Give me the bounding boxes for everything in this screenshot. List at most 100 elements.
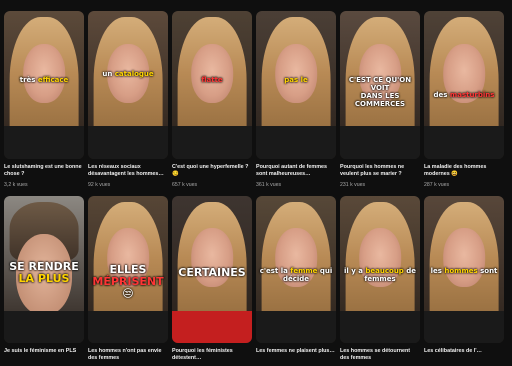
view-count: 287 k vues (424, 182, 450, 188)
short-card[interactable]: C'EST CE QU'ON VOIT DANS LES COMMERCES Po… (340, 11, 420, 188)
short-card[interactable]: il y a beaucoup de femmes Les hommes se d… (340, 196, 420, 366)
short-meta: Les hommes n'ont pas envie des femmes (88, 343, 168, 362)
caption-overlay: très efficace (4, 76, 84, 84)
short-meta: Les réseaux sociaux désavantagent les ho… (88, 159, 168, 188)
caption-highlight: masturbins (449, 90, 495, 99)
short-title[interactable]: Pourquoi les hommes ne veulent plus se m… (340, 164, 420, 178)
short-title[interactable]: Les femmes ne plaisent plus… (256, 348, 336, 362)
short-title[interactable]: Les hommes se détournent des femmes (340, 348, 420, 362)
caption-overlay: flatte (172, 76, 252, 84)
short-thumbnail[interactable]: les hommes sont (424, 196, 504, 343)
caption-highlight: LA PLUS (18, 271, 70, 285)
short-meta: Je suis le féminisme en PLS (4, 343, 84, 362)
clothing-shape (256, 310, 336, 343)
face-shape (275, 43, 317, 103)
view-count: 361 k vues (256, 182, 282, 188)
caption-highlight: femme (290, 266, 318, 275)
clothing-shape (88, 310, 168, 343)
short-card[interactable]: très efficace Le slutshaming est une bonn… (4, 11, 84, 188)
caption-overlay: SE RENDRE LA PLUS (4, 260, 84, 285)
caption-highlight: flatte (201, 76, 223, 85)
short-card[interactable]: des masturbins La maladie des hommes mode… (424, 11, 504, 188)
short-card[interactable]: flatte C'est quoi une hyperfemelle ? 😏 657… (172, 11, 252, 188)
short-card[interactable]: pas le Pourquoi autant de femmes sont mal… (256, 11, 336, 188)
caption-text: C'EST CE QU'ON VOIT DANS LES COMMERCES (348, 76, 412, 109)
caption-text: CERTAINES (178, 265, 246, 279)
caption-overlay: un catalogue (88, 70, 168, 78)
short-card[interactable]: CERTAINES Pourquoi les féministes déteste… (172, 196, 252, 366)
short-title[interactable]: Les célibataires de l'… (424, 348, 504, 362)
view-count: 3,2 k vues (4, 182, 28, 188)
short-thumbnail[interactable]: il y a beaucoup de femmes (340, 196, 420, 343)
caption-overlay: pas le (256, 76, 336, 84)
view-count: 92 k vues (88, 182, 111, 188)
caption-overlay: ELLES MÉPRISENT 😒 (88, 263, 168, 300)
short-thumbnail[interactable]: des masturbins (424, 11, 504, 159)
short-title[interactable]: C'est quoi une hyperfemelle ? 😏 (172, 164, 252, 178)
short-thumbnail[interactable]: SE RENDRE LA PLUS (4, 196, 84, 343)
short-thumbnail[interactable]: ELLES MÉPRISENT 😒 (88, 196, 168, 343)
short-meta: Les hommes se détournent des femmes (340, 343, 420, 362)
short-meta: Pourquoi les hommes ne veulent plus se m… (340, 159, 420, 188)
short-card[interactable]: SE RENDRE LA PLUS Je suis le féminisme en… (4, 196, 84, 366)
clothing-shape (172, 126, 252, 159)
short-title[interactable]: La maladie des hommes modernes 😆 (424, 164, 504, 178)
short-thumbnail[interactable]: flatte (172, 11, 252, 159)
view-count: 231 k vues (340, 182, 366, 188)
view-count: 657 k vues (172, 182, 198, 188)
caption-overlay: C'EST CE QU'ON VOIT DANS LES COMMERCES (340, 76, 420, 108)
face-shape (443, 228, 485, 288)
caption-text: il y a (343, 266, 366, 275)
short-meta: La maladie des hommes modernes 😆 287 k vu… (424, 159, 504, 188)
caption-text: c'est la (259, 266, 291, 275)
caption-highlight: catalogue (114, 70, 154, 79)
caption-overlay: les hommes sont (424, 267, 504, 275)
short-meta: C'est quoi une hyperfemelle ? 😏 657 k vue… (172, 159, 252, 188)
short-title[interactable]: Le slutshaming est une bonne chose ? (4, 164, 84, 178)
short-card[interactable]: les hommes sont Les célibataires de l'… (424, 196, 504, 366)
short-title[interactable]: Pourquoi autant de femmes sont malheureu… (256, 164, 336, 178)
clothing-shape (340, 310, 420, 343)
caption-text-end: 😒 (122, 286, 134, 300)
clothing-shape (172, 310, 252, 343)
caption-text-end: sont (477, 266, 498, 275)
clothing-shape (424, 126, 504, 159)
short-meta: Les célibataires de l'… (424, 343, 504, 362)
caption-highlight: pas le (284, 76, 308, 85)
short-thumbnail[interactable]: pas le (256, 11, 336, 159)
short-card[interactable]: un catalogue Les réseaux sociaux désavant… (88, 11, 168, 188)
short-thumbnail[interactable]: C'EST CE QU'ON VOIT DANS LES COMMERCES (340, 11, 420, 159)
caption-highlight: hommes (444, 266, 478, 275)
caption-text: les (430, 266, 445, 275)
caption-overlay: c'est la femme qui décide (256, 267, 336, 283)
caption-highlight: efficace (37, 76, 69, 85)
short-card[interactable]: c'est la femme qui décide Les femmes ne p… (256, 196, 336, 366)
short-title[interactable]: Pourquoi les féministes détestent… (172, 348, 252, 362)
short-thumbnail[interactable]: CERTAINES (172, 196, 252, 343)
short-thumbnail[interactable]: c'est la femme qui décide (256, 196, 336, 343)
caption-text: des (433, 90, 450, 99)
clothing-shape (88, 126, 168, 159)
face-shape (23, 43, 65, 103)
short-title[interactable]: Les hommes n'ont pas envie des femmes (88, 348, 168, 362)
shorts-grid: très efficace Le slutshaming est une bonn… (4, 11, 504, 366)
short-meta: Le slutshaming est une bonne chose ? 3,2 … (4, 159, 84, 188)
caption-overlay: il y a beaucoup de femmes (340, 267, 420, 283)
clothing-shape (424, 310, 504, 343)
clothing-shape (4, 310, 84, 343)
caption-highlight: beaucoup (365, 266, 404, 275)
caption-overlay: CERTAINES (172, 265, 252, 279)
short-meta: Pourquoi les féministes détestent… (172, 343, 252, 362)
short-card[interactable]: ELLES MÉPRISENT 😒 Les hommes n'ont pas en… (88, 196, 168, 366)
clothing-shape (256, 126, 336, 159)
short-title[interactable]: Je suis le féminisme en PLS (4, 348, 84, 362)
short-thumbnail[interactable]: très efficace (4, 11, 84, 159)
short-thumbnail[interactable]: un catalogue (88, 11, 168, 159)
short-title[interactable]: Les réseaux sociaux désavantagent les ho… (88, 164, 168, 178)
face-shape (191, 43, 233, 103)
clothing-shape (4, 126, 84, 159)
caption-text: très (19, 76, 38, 85)
clothing-shape (340, 126, 420, 159)
short-meta: Les femmes ne plaisent plus… (256, 343, 336, 362)
caption-overlay: des masturbins (424, 91, 504, 99)
